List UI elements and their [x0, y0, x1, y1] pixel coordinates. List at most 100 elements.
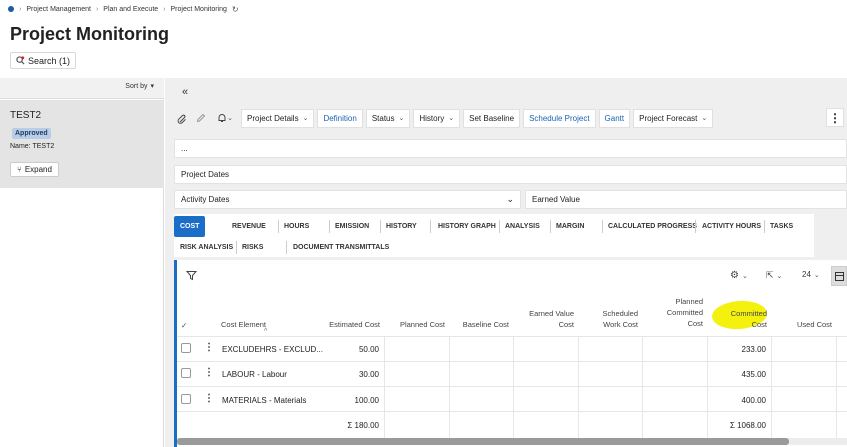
tab-activity-hours[interactable]: ACTIVITY HOURS — [696, 216, 767, 237]
project-name-line: Name: TEST2 — [10, 143, 54, 150]
column-header-planned-cost[interactable]: Planned Cost — [387, 319, 445, 330]
collapse-panel-icon[interactable]: « — [182, 86, 188, 98]
column-header-estimated-cost[interactable]: Estimated Cost — [320, 319, 380, 330]
grid-view-icon[interactable] — [831, 266, 847, 286]
breadcrumb-item-project-monitoring: Project Monitoring — [170, 5, 227, 13]
row-divider — [177, 336, 847, 337]
cell-committed-cost: 435.00 — [741, 370, 766, 379]
page-title: Project Monitoring — [10, 24, 169, 44]
sort-by-button[interactable]: Sort by ▾ — [125, 82, 154, 91]
row-checkbox[interactable] — [181, 343, 191, 353]
export-icon: ⇱ — [766, 270, 774, 280]
cell-cost-element: MATERIALS - Materials — [222, 396, 307, 405]
tab-analysis[interactable]: ANALYSIS — [499, 216, 546, 237]
row-divider — [177, 386, 847, 387]
row-divider — [177, 411, 847, 412]
bell-icon[interactable]: ⌄ — [212, 109, 238, 127]
column-divider — [771, 336, 772, 440]
row-checkbox[interactable] — [181, 368, 191, 378]
tab-revenue[interactable]: REVENUE — [226, 216, 272, 237]
tab-cost[interactable]: COST — [174, 216, 206, 237]
column-header-scheduled-work-cost[interactable]: Scheduled Work Cost — [580, 308, 638, 330]
home-icon[interactable] — [8, 6, 14, 12]
project-dates-group[interactable]: Project Dates — [174, 165, 847, 184]
column-header-cost-element[interactable]: Cost Element — [221, 319, 266, 330]
paperclip-icon[interactable] — [174, 109, 190, 127]
sort-by-label: Sort by — [125, 82, 148, 90]
status-button[interactable]: Status ⌄ — [365, 108, 411, 128]
tab-margin[interactable]: MARGIN — [550, 216, 590, 237]
tab-history[interactable]: HISTORY — [380, 216, 423, 237]
tab-emission[interactable]: EMISSION — [329, 216, 375, 237]
column-header-baseline-cost[interactable]: Baseline Cost — [451, 319, 509, 330]
header-fields-group[interactable]: ... — [174, 139, 847, 158]
column-divider — [384, 336, 385, 440]
breadcrumb-item-project-management[interactable]: Project Management — [26, 6, 91, 13]
row-menu-icon[interactable]: ⋮ — [204, 367, 214, 378]
tab-risks[interactable]: RISKS — [236, 237, 269, 258]
search-button[interactable]: Search (1) — [10, 52, 77, 69]
tab-risk-analysis[interactable]: RISK ANALYSIS — [174, 237, 239, 258]
project-forecast-label: Project Forecast — [639, 113, 698, 123]
row-menu-icon[interactable]: ⋮ — [204, 342, 214, 353]
more-options-icon[interactable]: ⋮ — [826, 108, 844, 127]
cell-cost-element: LABOUR - Labour — [222, 370, 287, 379]
definition-button[interactable]: Definition — [317, 108, 363, 128]
earned-value-cost-line2: Cost — [558, 320, 574, 329]
activity-dates-group[interactable]: Activity Dates ⌄ — [174, 190, 521, 209]
project-details-button[interactable]: Project Details ⌄ — [241, 108, 315, 128]
project-details-label: Project Details — [247, 113, 299, 123]
set-baseline-button[interactable]: Set Baseline — [463, 108, 521, 128]
chevron-down-icon: ⌄ — [398, 115, 405, 122]
chevron-down-icon: ⌄ — [813, 271, 820, 279]
settings-menu[interactable]: ⚙ ⌄ — [730, 270, 748, 281]
ellipsis-label: ... — [181, 144, 188, 153]
tab-bar: COST REVENUE HOURS EMISSION HISTORY HIST… — [174, 214, 814, 257]
project-forecast-button[interactable]: Project Forecast ⌄ — [633, 108, 714, 128]
tab-calculated-progress[interactable]: CALCULATED PROGRESS — [602, 216, 703, 237]
page-size-selector[interactable]: 24 ⌄ — [802, 270, 820, 279]
column-header-committed-cost[interactable]: Committed Cost — [710, 308, 767, 330]
column-header-earned-value-cost[interactable]: Earned Value Cost — [515, 308, 574, 330]
earned-value-group[interactable]: Earned Value — [525, 190, 847, 209]
sort-bar: Sort by ▾ — [0, 78, 164, 99]
total-committed-cost: Σ 1068.00 — [729, 421, 766, 430]
breadcrumb-item-plan-and-execute[interactable]: Plan and Execute — [103, 6, 158, 13]
column-divider — [449, 336, 450, 440]
tab-tasks[interactable]: TASKS — [764, 216, 799, 237]
history-button[interactable]: History ⌄ — [413, 108, 461, 128]
set-baseline-label: Set Baseline — [469, 113, 515, 123]
row-divider — [177, 361, 847, 362]
earned-value-cost-line1: Earned Value — [529, 309, 574, 318]
chevron-right-icon: › — [163, 5, 166, 13]
column-header-planned-committed-cost[interactable]: Planned Committed Cost — [645, 296, 703, 329]
tab-history-graph[interactable]: HISTORY GRAPH — [432, 216, 502, 237]
chevron-down-icon: ⌄ — [776, 272, 783, 280]
chevron-down-icon: ⌄ — [506, 194, 514, 204]
row-checkbox[interactable] — [181, 394, 191, 404]
chevron-down-icon: ⌄ — [741, 272, 748, 280]
tab-document-transmittals[interactable]: DOCUMENT TRANSMITTALS — [287, 237, 395, 258]
column-header-used-cost[interactable]: Used Cost — [775, 319, 832, 330]
project-card[interactable]: TEST2 Approved Name: TEST2 ⑂ Expand — [0, 100, 164, 188]
column-divider — [513, 336, 514, 440]
refresh-icon[interactable]: ↻ — [232, 5, 239, 14]
cost-element-header-label: Cost Element — [221, 320, 267, 329]
cell-estimated-cost: 50.00 — [358, 345, 379, 354]
gear-icon: ⚙ — [730, 270, 739, 281]
chevron-down-icon: ⌄ — [227, 115, 233, 122]
schedule-project-button[interactable]: Schedule Project — [523, 108, 596, 128]
export-menu[interactable]: ⇱ ⌄ — [766, 270, 782, 281]
row-menu-icon[interactable]: ⋮ — [204, 393, 214, 404]
pencil-icon[interactable] — [193, 109, 209, 127]
history-label: History — [419, 113, 445, 123]
cell-estimated-cost: 30.00 — [358, 370, 379, 379]
tree-icon: ⑂ — [17, 165, 22, 174]
filter-icon[interactable] — [185, 270, 198, 284]
scheduled-work-cost-line2: Work Cost — [603, 320, 638, 329]
horizontal-scrollbar-thumb[interactable] — [177, 438, 789, 445]
tab-hours[interactable]: HOURS — [278, 216, 315, 237]
select-all-icon[interactable]: ✓ — [181, 320, 187, 331]
expand-button[interactable]: ⑂ Expand — [10, 162, 59, 177]
gantt-button[interactable]: Gantt — [598, 108, 631, 128]
